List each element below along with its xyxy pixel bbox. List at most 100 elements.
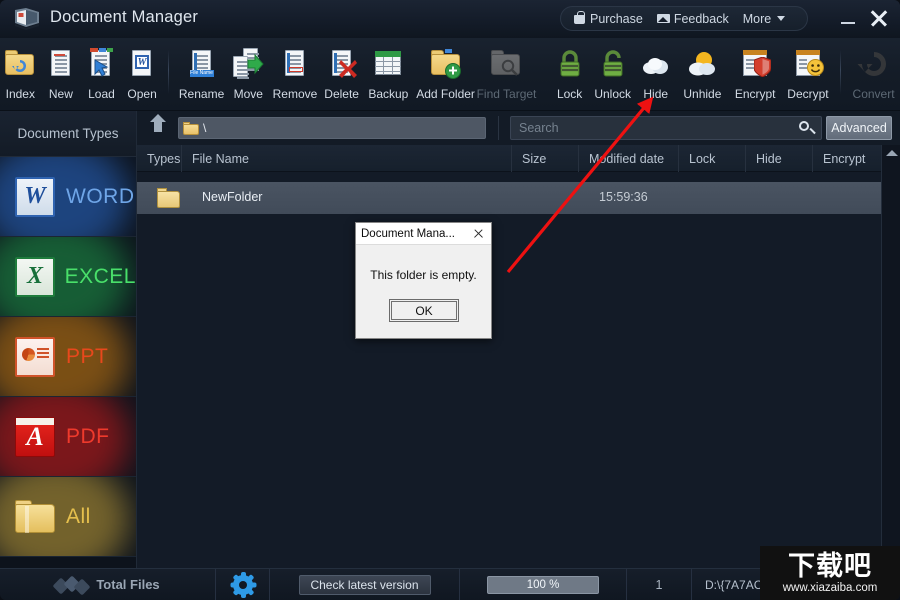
sidebar-item-all[interactable]: All: [0, 477, 136, 557]
purchase-label: Purchase: [590, 11, 643, 26]
folder-all-icon: [12, 494, 58, 540]
toolbar-button-convert[interactable]: Convert: [847, 38, 900, 111]
item-count: 1: [627, 568, 692, 600]
toolbar-label: Hide: [643, 87, 669, 101]
check-latest-version-button[interactable]: Check latest version: [298, 574, 431, 595]
toolbar-button-index[interactable]: Index: [0, 38, 41, 111]
toolbar-button-encrypt[interactable]: Encrypt: [729, 38, 782, 111]
feedback-button[interactable]: Feedback: [650, 7, 736, 30]
column-header-size[interactable]: Size: [512, 145, 579, 172]
toolbar-button-backup[interactable]: Backup: [362, 38, 415, 111]
page-title: Document Manager: [50, 8, 199, 26]
lock-open-icon: [596, 47, 630, 81]
diamonds-icon: [52, 575, 91, 595]
main-toolbar: Index New Load W Open File Name Rename M…: [0, 38, 900, 111]
ok-button[interactable]: OK: [389, 299, 459, 322]
toolbar-label: Delete: [324, 87, 359, 101]
minimize-button[interactable]: [840, 12, 856, 26]
convert-icon: [857, 47, 891, 81]
navigate-up-button[interactable]: [148, 114, 170, 140]
dialog-title-bar: Document Mana...: [356, 223, 491, 245]
toolbar-label: Index: [5, 87, 35, 101]
column-header-lock[interactable]: Lock: [679, 145, 746, 172]
column-header-types[interactable]: Types: [137, 145, 182, 172]
toolbar-label: Add Folder: [416, 87, 475, 101]
toolbar-divider: [840, 50, 842, 94]
message-dialog: Document Mana... This folder is empty. O…: [355, 222, 492, 339]
sidebar-item-word[interactable]: W WORD: [0, 157, 136, 237]
mail-icon: [656, 13, 670, 24]
toolbar-label: Unlock: [594, 87, 632, 101]
file-name-cell: NewFolder: [202, 190, 263, 204]
purchase-button[interactable]: Purchase: [561, 7, 650, 30]
toolbar-label: Load: [88, 87, 115, 101]
toolbar-button-unhide[interactable]: Unhide: [676, 38, 729, 111]
folder-icon: [157, 188, 181, 208]
lock-closed-icon: [553, 47, 587, 81]
toolbar-button-lock[interactable]: Lock: [549, 38, 590, 111]
toolbar-button-unlock[interactable]: Unlock: [590, 38, 635, 111]
column-header-encrypt[interactable]: Encrypt: [813, 145, 881, 172]
toolbar-button-delete[interactable]: Delete: [321, 38, 362, 111]
toolbar-button-decrypt[interactable]: Decrypt: [782, 38, 835, 111]
progress-bar: 100 %: [487, 575, 599, 594]
sidebar-item-pdf[interactable]: A PDF: [0, 397, 136, 477]
toolbar-button-new[interactable]: New: [41, 38, 82, 111]
delete-icon: [325, 47, 359, 81]
total-files-indicator: Total Files: [0, 568, 216, 600]
backup-icon: [371, 47, 405, 81]
toolbar-button-hide[interactable]: Hide: [635, 38, 676, 111]
toolbar-button-find-target[interactable]: Find Target: [476, 38, 536, 111]
toolbar-label: Decrypt: [787, 87, 829, 101]
search-icon[interactable]: [795, 116, 821, 140]
toolbar-button-add-folder[interactable]: Add Folder: [415, 38, 477, 111]
toolbar-divider: [168, 50, 170, 94]
vertical-scrollbar[interactable]: [881, 145, 900, 568]
toolbar-button-load[interactable]: Load: [81, 38, 122, 111]
column-header-modified[interactable]: Modified date: [579, 145, 679, 172]
title-bar: Document Manager Purchase Feedback More: [0, 0, 900, 38]
sidebar-item-ppt[interactable]: PPT: [0, 317, 136, 397]
sidebar-item-label: PPT: [66, 344, 109, 368]
check-version-cell: Check latest version: [270, 568, 460, 600]
toolbar-button-move[interactable]: Move: [228, 38, 269, 111]
advanced-search-button[interactable]: Advanced: [826, 116, 892, 140]
ppt-icon: [12, 334, 58, 380]
settings-button[interactable]: [216, 568, 270, 600]
arrow-up-icon: [150, 114, 166, 132]
remove-icon: [278, 47, 312, 81]
encrypt-shield-icon: [738, 47, 772, 81]
close-button[interactable]: [868, 7, 890, 29]
watermark: 下载吧 www.xiazaiba.com: [760, 546, 900, 600]
toolbar-label: Move: [233, 87, 263, 101]
folder-icon: [183, 121, 199, 135]
new-document-icon: [44, 47, 78, 81]
table-row[interactable]: NewFolder 15:59:36: [137, 182, 881, 214]
toolbar-divider: [542, 50, 544, 94]
column-header-filename[interactable]: File Name: [182, 145, 512, 172]
search-input[interactable]: [511, 121, 795, 135]
dialog-title: Document Mana...: [361, 227, 455, 240]
watermark-url: www.xiazaiba.com: [782, 581, 878, 594]
toolbar-button-open[interactable]: W Open: [122, 38, 163, 111]
chevron-down-icon: [777, 16, 786, 21]
close-icon[interactable]: [465, 223, 491, 244]
modified-date-cell: 15:59:36: [599, 190, 648, 204]
toolbar-button-rename[interactable]: File Name Rename: [175, 38, 228, 111]
address-bar[interactable]: \: [178, 117, 486, 139]
scroll-up-arrow-icon[interactable]: [886, 150, 898, 156]
find-target-icon: [489, 47, 523, 81]
sidebar-item-excel[interactable]: X EXCEL: [0, 237, 136, 317]
column-header-hide[interactable]: Hide: [746, 145, 813, 172]
app-window-icon: [13, 6, 41, 32]
progress-cell: 100 %: [460, 568, 627, 600]
pdf-icon: A: [12, 414, 58, 460]
search-box: [510, 116, 822, 140]
toolbar-button-remove[interactable]: Remove: [269, 38, 322, 111]
titlebar-links: Purchase Feedback More: [560, 6, 808, 31]
toolbar-label: Convert: [852, 87, 895, 101]
cloud-sun-icon: [685, 47, 719, 81]
more-menu-button[interactable]: More: [736, 7, 792, 30]
index-folder-icon: [3, 47, 37, 81]
toolbar-label: Unhide: [683, 87, 722, 101]
